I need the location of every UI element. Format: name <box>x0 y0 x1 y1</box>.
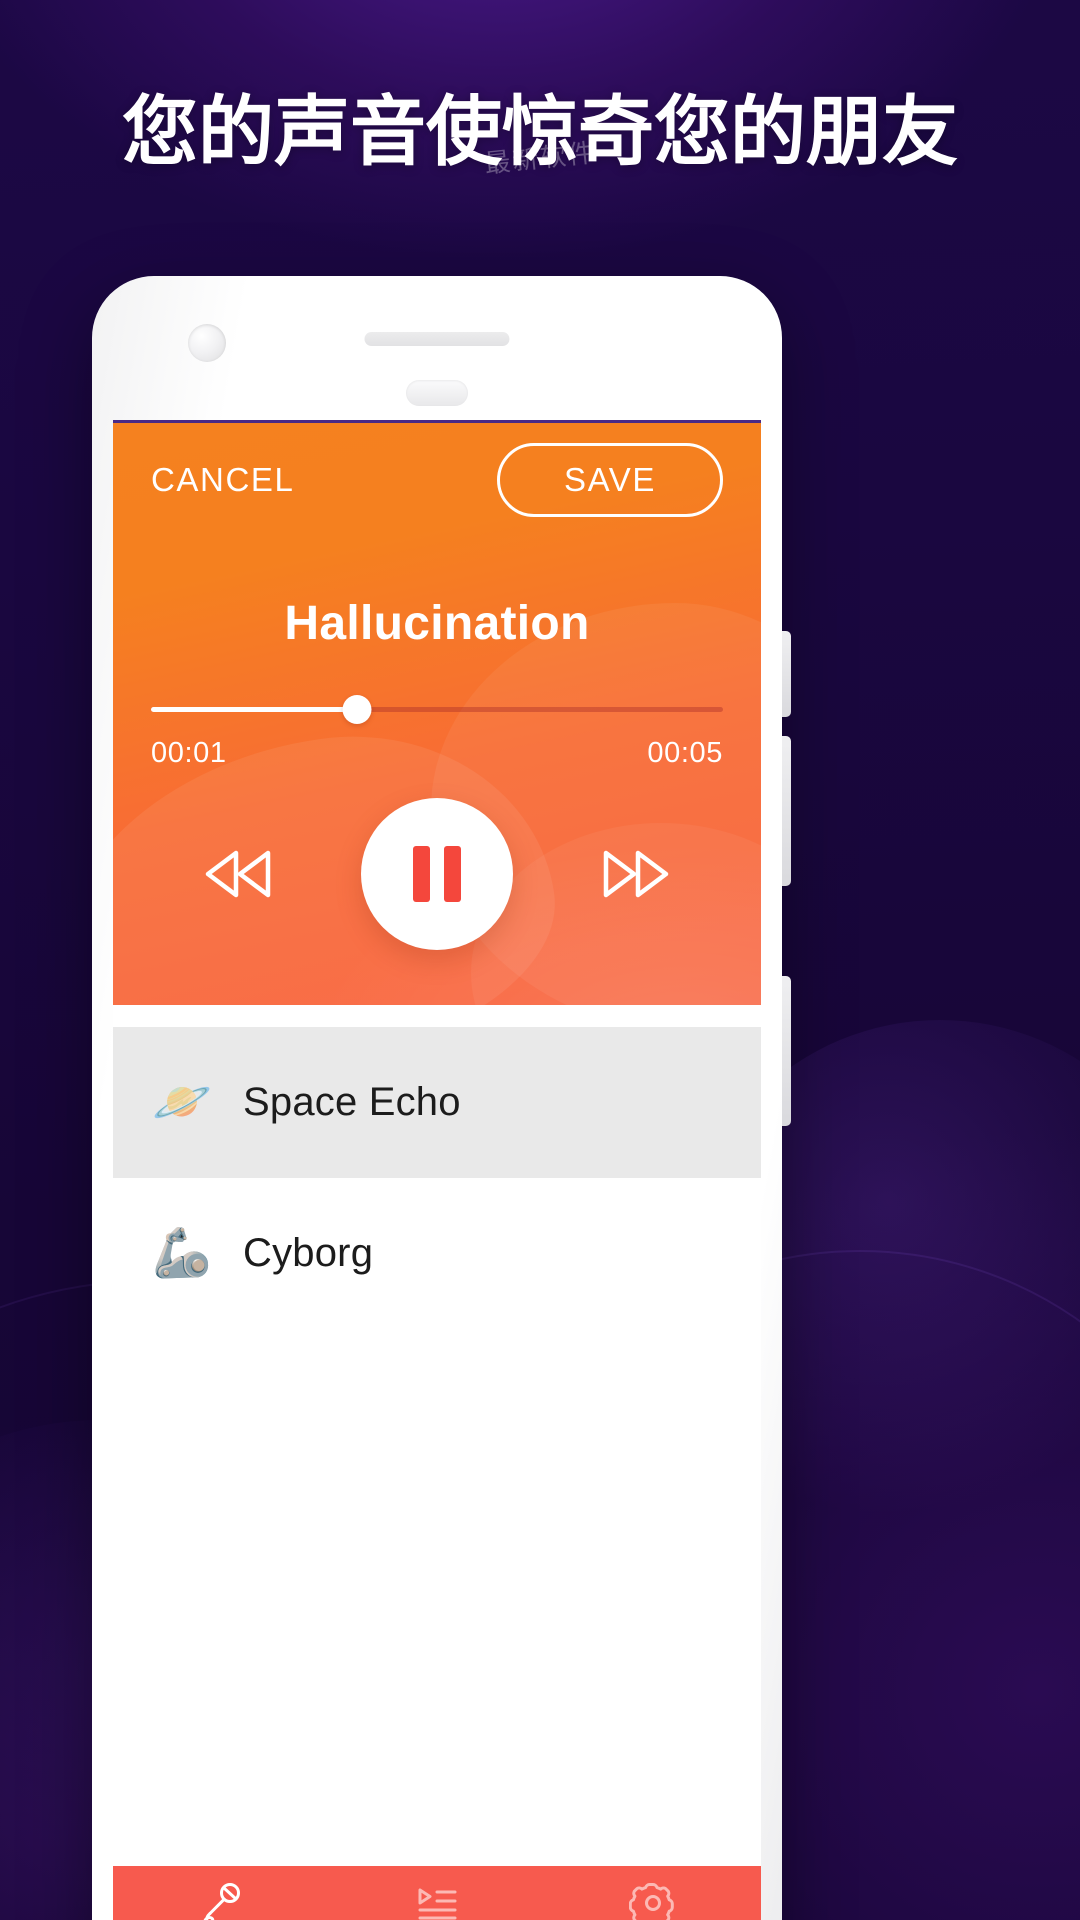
rewind-button[interactable] <box>197 832 281 916</box>
time-row: 00:01 00:05 <box>151 737 723 770</box>
player-card: CANCEL SAVE Hallucination 00:01 00:05 <box>113 423 761 1005</box>
track-label: Cyborg <box>243 1231 374 1275</box>
pause-icon-bar-left <box>413 846 430 902</box>
save-button[interactable]: SAVE <box>497 442 723 517</box>
player-toolbar: CANCEL SAVE <box>113 423 761 536</box>
player-track-title: Hallucination <box>284 597 590 650</box>
cyborg-head-icon: 🦾 <box>152 1226 212 1280</box>
earpiece-speaker <box>364 332 510 346</box>
progress-fill <box>151 707 357 712</box>
home-button <box>406 380 468 406</box>
nav-item-settings[interactable]: Settings <box>545 1866 761 1920</box>
playlist-icon <box>418 1888 457 1920</box>
nav-item-my-tracks[interactable]: My tracks <box>329 1866 545 1920</box>
nav-item-studio[interactable]: Studio <box>113 1866 329 1920</box>
progress-knob[interactable] <box>342 695 372 724</box>
pause-icon-bar-right <box>444 846 461 902</box>
fast-forward-icon <box>603 850 669 898</box>
rewind-icon <box>205 850 271 898</box>
pause-button[interactable] <box>361 798 513 950</box>
bottom-navigation: Studio My tracks Settings <box>113 1866 761 1920</box>
track-row-cyborg[interactable]: 🦾 Cyborg <box>113 1178 761 1329</box>
phone-button-volume-up <box>782 736 791 886</box>
current-time-label: 00:01 <box>151 737 227 769</box>
forward-button[interactable] <box>593 832 677 916</box>
track-label: Space Echo <box>243 1080 461 1124</box>
track-row-space-echo[interactable]: 🪐 Space Echo <box>113 1027 761 1178</box>
playback-controls <box>151 798 723 950</box>
planet-icon: 🪐 <box>152 1075 212 1129</box>
microphone-icon <box>203 1883 240 1920</box>
playback-progress-slider[interactable] <box>151 695 723 724</box>
front-camera <box>188 324 226 362</box>
total-time-label: 00:05 <box>647 737 723 769</box>
cancel-button[interactable]: CANCEL <box>151 461 294 499</box>
gear-icon <box>629 1883 674 1920</box>
phone-button-silence <box>782 631 791 717</box>
app-screen: 🚀 Fuzzy Blast 🤖 Singing Droid 👹 Lazy Dev… <box>113 420 761 1920</box>
player-body: Hallucination 00:01 00:05 <box>113 596 761 950</box>
promo-headline: 您的声音使惊奇您的朋友 <box>122 90 958 175</box>
phone-button-power <box>782 976 791 1126</box>
phone-mockup: 🚀 Fuzzy Blast 🤖 Singing Droid 👹 Lazy Dev… <box>92 276 791 1920</box>
